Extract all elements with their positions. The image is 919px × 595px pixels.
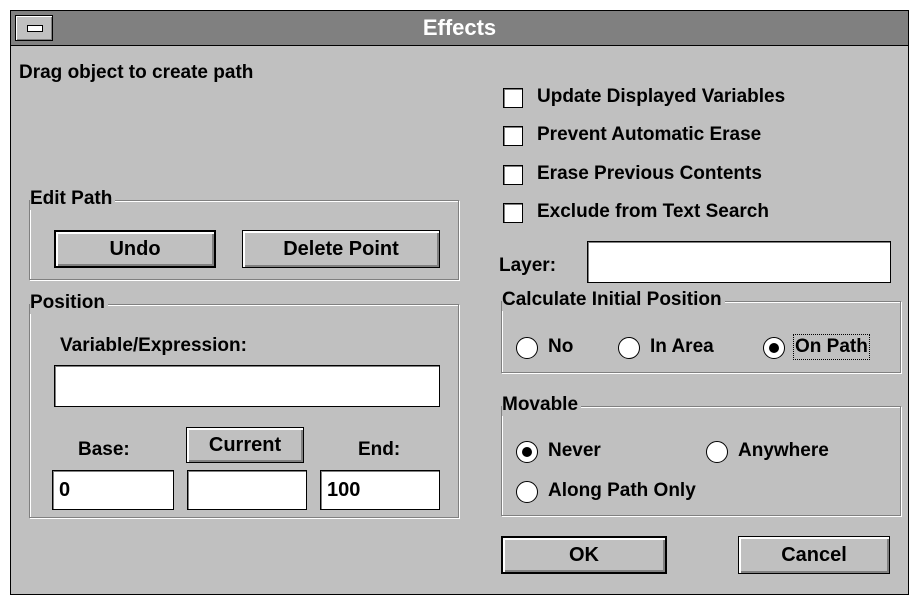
exclude-from-text-search-label[interactable]: Exclude from Text Search [537, 201, 769, 223]
current-button[interactable]: Current [186, 427, 304, 463]
initial-position-on-path-label[interactable]: On Path [793, 334, 870, 360]
variable-expression-label: Variable/Expression: [60, 335, 247, 356]
current-input[interactable] [187, 470, 307, 510]
undo-button[interactable]: Undo [54, 230, 216, 268]
layer-input[interactable] [587, 241, 891, 283]
initial-position-group: Calculate Initial Position No In Area On… [501, 289, 901, 373]
movable-group: Movable Never Anywhere Along Path Only [501, 394, 901, 516]
title-bar[interactable]: Effects [11, 11, 908, 46]
prevent-automatic-erase-label[interactable]: Prevent Automatic Erase [537, 124, 761, 146]
movable-anywhere-radio[interactable] [706, 441, 728, 463]
initial-position-in-area-label[interactable]: In Area [650, 336, 714, 358]
instruction-text: Drag object to create path [19, 62, 254, 83]
effects-dialog: Effects Drag object to create path Edit … [10, 10, 909, 595]
position-group: Position Variable/Expression: Base: Curr… [29, 292, 459, 518]
movable-along-path-radio[interactable] [516, 481, 538, 503]
layer-label: Layer: [499, 255, 557, 276]
delete-point-button[interactable]: Delete Point [242, 230, 440, 268]
radio-selected-dot [769, 343, 779, 353]
prevent-automatic-erase-checkbox[interactable] [503, 126, 523, 146]
cancel-button[interactable]: Cancel [738, 536, 890, 574]
erase-previous-contents-label[interactable]: Erase Previous Contents [537, 163, 762, 185]
variable-expression-input[interactable] [54, 365, 440, 407]
base-input[interactable]: 0 [52, 470, 174, 510]
radio-selected-dot [522, 447, 532, 457]
edit-path-label: Edit Path [30, 188, 116, 210]
movable-never-label[interactable]: Never [548, 440, 601, 462]
window-title: Effects [422, 15, 497, 40]
exclude-from-text-search-checkbox[interactable] [503, 203, 523, 223]
end-label: End: [358, 439, 401, 460]
movable-anywhere-label[interactable]: Anywhere [738, 440, 829, 462]
base-label: Base: [78, 439, 130, 460]
movable-label: Movable [502, 394, 582, 416]
initial-position-on-path-radio[interactable] [763, 337, 785, 359]
initial-position-label: Calculate Initial Position [502, 289, 725, 311]
initial-position-no-label[interactable]: No [548, 336, 573, 358]
position-label: Position [30, 292, 108, 314]
initial-position-no-radio[interactable] [516, 337, 538, 359]
end-input[interactable]: 100 [320, 470, 440, 510]
initial-position-in-area-radio[interactable] [618, 337, 640, 359]
edit-path-group: Edit Path Undo Delete Point [29, 188, 459, 280]
movable-never-radio[interactable] [516, 441, 538, 463]
update-displayed-variables-label[interactable]: Update Displayed Variables [537, 86, 785, 108]
ok-button[interactable]: OK [501, 536, 667, 574]
erase-previous-contents-checkbox[interactable] [503, 165, 523, 185]
movable-along-path-label[interactable]: Along Path Only [548, 480, 696, 502]
update-displayed-variables-checkbox[interactable] [503, 88, 523, 108]
